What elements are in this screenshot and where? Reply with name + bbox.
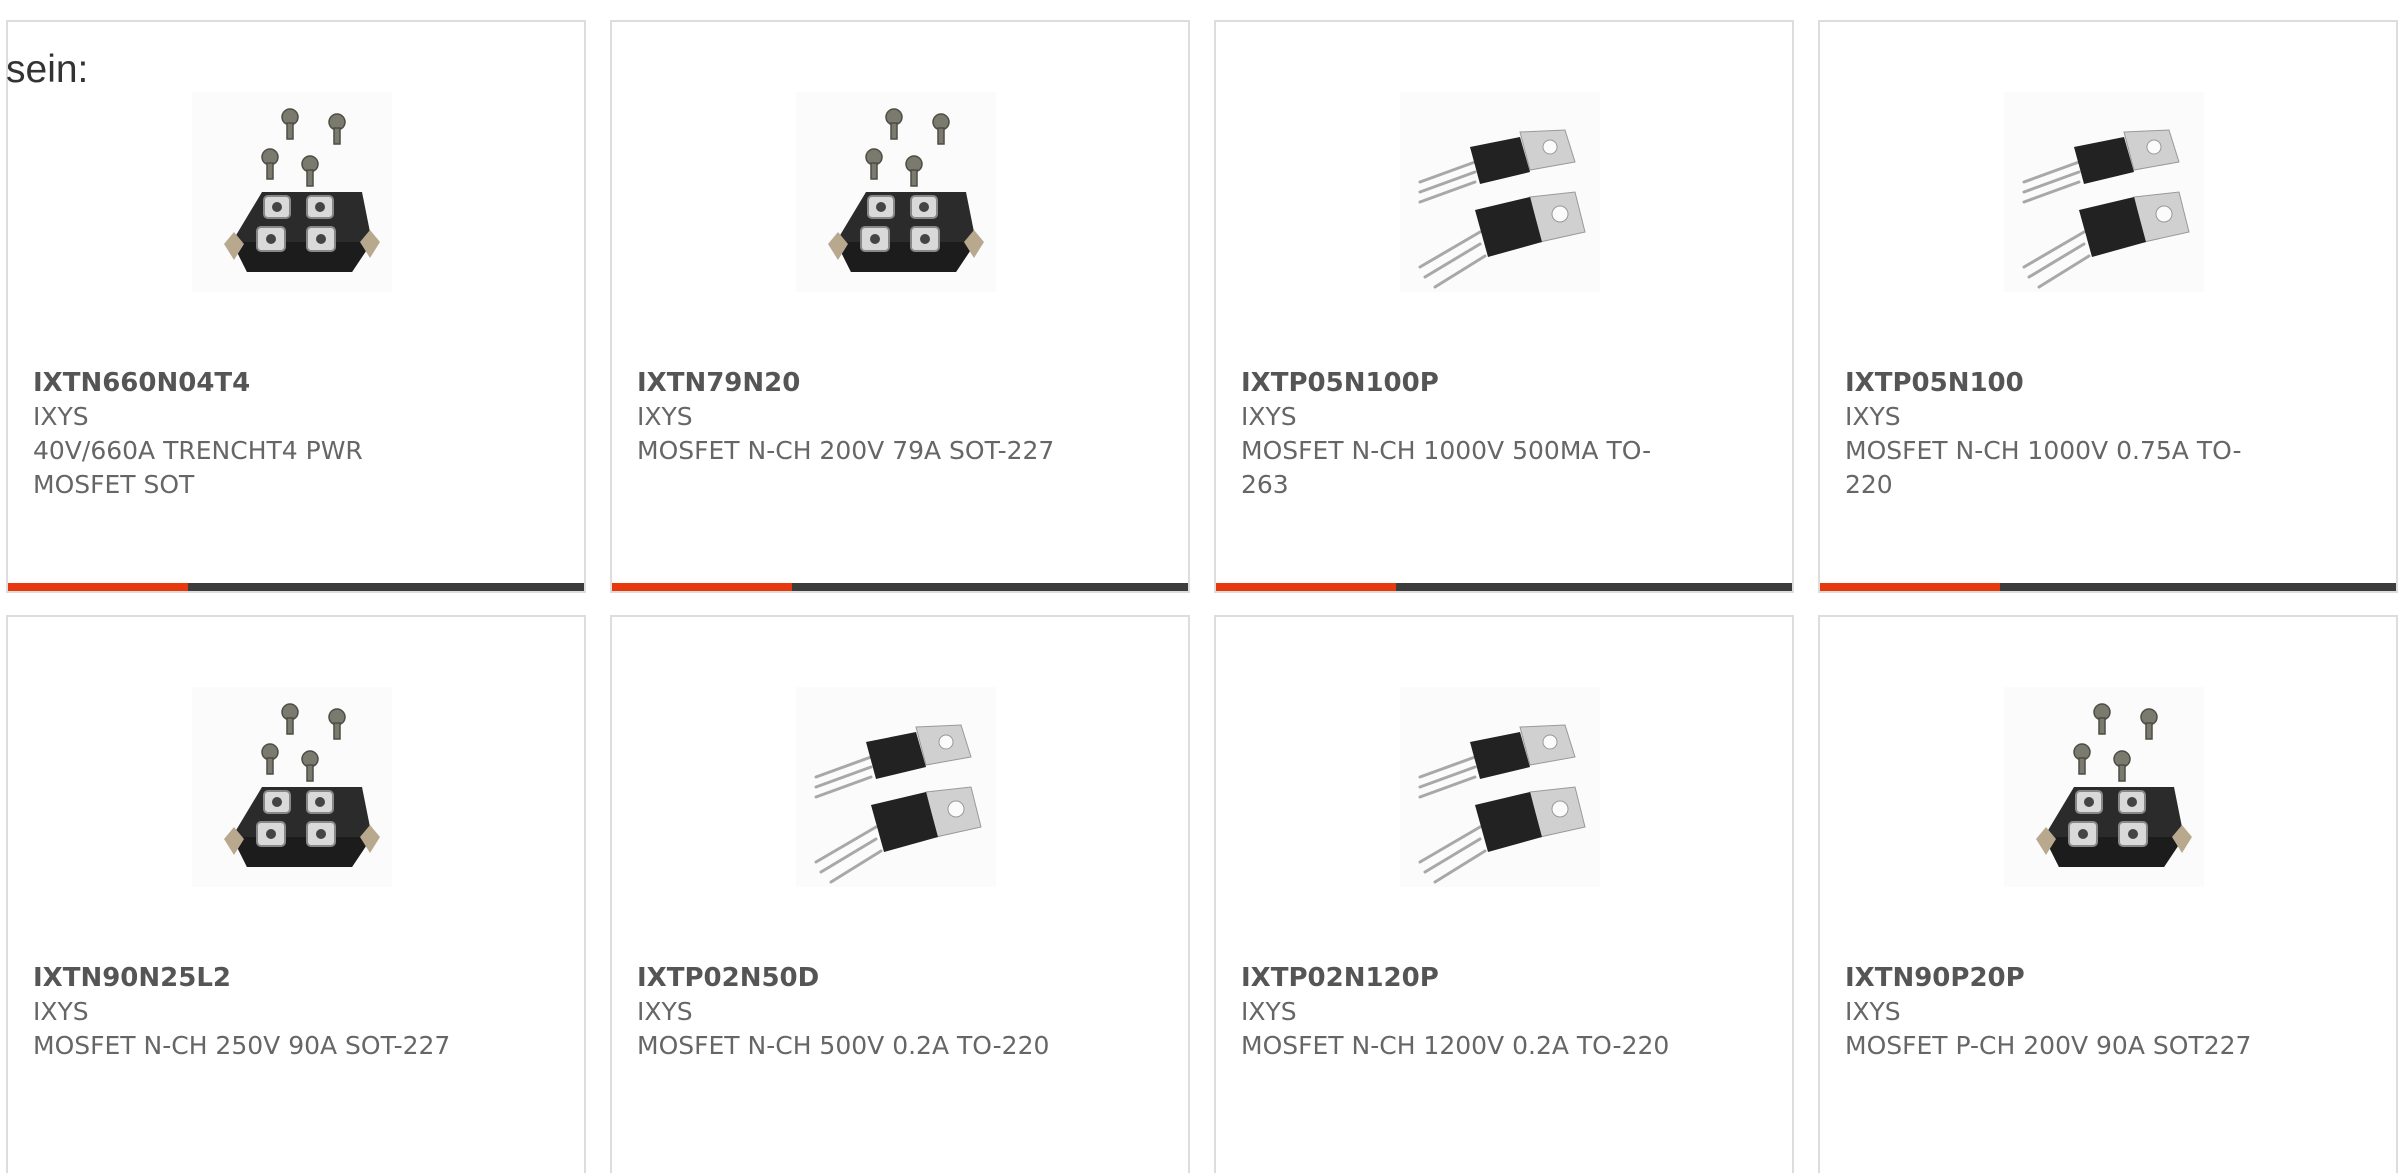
product-image[interactable]	[796, 92, 996, 292]
intro-text: sein:	[6, 48, 89, 91]
product-info: IXTP02N120P IXYS MOSFET N-CH 1200V 0.2A …	[1241, 961, 1671, 1063]
description: MOSFET N-CH 1000V 500MA TO-263	[1241, 436, 1652, 499]
to-220-transistor-icon	[1400, 687, 1600, 887]
product-card[interactable]: IXTN79N20 IXYS MOSFET N-CH 200V 79A SOT-…	[610, 20, 1190, 593]
description: MOSFET N-CH 1200V 0.2A TO-220	[1241, 1031, 1670, 1060]
manufacturer: IXYS	[1845, 402, 1901, 431]
product-info: IXTP02N50D IXYS MOSFET N-CH 500V 0.2A TO…	[637, 961, 1067, 1063]
product-info: IXTP05N100P IXYS MOSFET N-CH 1000V 500MA…	[1241, 366, 1671, 502]
product-image[interactable]	[192, 687, 392, 887]
description: 40V/660A TRENCHT4 PWR MOSFET SOT	[33, 436, 363, 499]
manufacturer: IXYS	[1241, 402, 1297, 431]
manufacturer: IXYS	[1845, 997, 1901, 1026]
product-image[interactable]	[1400, 687, 1600, 887]
sot-227-module-icon	[192, 687, 392, 887]
manufacturer: IXYS	[1241, 997, 1297, 1026]
product-card[interactable]: IXTP02N50D IXYS MOSFET N-CH 500V 0.2A TO…	[610, 615, 1190, 1173]
description: MOSFET N-CH 200V 79A SOT-227	[637, 436, 1055, 465]
card-bottom-bar	[612, 583, 1188, 591]
manufacturer: IXYS	[33, 402, 89, 431]
product-image[interactable]	[2004, 92, 2204, 292]
product-image[interactable]	[1400, 92, 1600, 292]
product-card[interactable]: IXTP02N120P IXYS MOSFET N-CH 1200V 0.2A …	[1214, 615, 1794, 1173]
product-card[interactable]: IXTN90N25L2 IXYS MOSFET N-CH 250V 90A SO…	[6, 615, 586, 1173]
part-number[interactable]: IXTP02N50D	[637, 961, 1067, 995]
card-accent-bar	[612, 583, 792, 591]
description: MOSFET P-CH 200V 90A SOT227	[1845, 1031, 2252, 1060]
part-number[interactable]: IXTP05N100P	[1241, 366, 1671, 400]
product-card[interactable]: IXTP05N100 IXYS MOSFET N-CH 1000V 0.75A …	[1818, 20, 2398, 593]
to-220-transistor-icon	[796, 687, 996, 887]
product-info: IXTP05N100 IXYS MOSFET N-CH 1000V 0.75A …	[1845, 366, 2275, 502]
product-listing-page: sein: IXTN660N04T4 IXYS 40V/660A TRENCHT…	[0, 0, 2400, 1173]
part-number[interactable]: IXTN660N04T4	[33, 366, 463, 400]
product-grid: IXTN660N04T4 IXYS 40V/660A TRENCHT4 PWR …	[6, 20, 2400, 1173]
card-bottom-bar	[1820, 583, 2396, 591]
product-info: IXTN90N25L2 IXYS MOSFET N-CH 250V 90A SO…	[33, 961, 463, 1063]
description: MOSFET N-CH 500V 0.2A TO-220	[637, 1031, 1050, 1060]
part-number[interactable]: IXTN79N20	[637, 366, 1067, 400]
product-info: IXTN90P20P IXYS MOSFET P-CH 200V 90A SOT…	[1845, 961, 2275, 1063]
part-number[interactable]: IXTN90P20P	[1845, 961, 2275, 995]
product-image[interactable]	[796, 687, 996, 887]
sot-227-module-icon	[796, 92, 996, 292]
manufacturer: IXYS	[637, 402, 693, 431]
card-bottom-bar	[8, 583, 584, 591]
description: MOSFET N-CH 1000V 0.75A TO-220	[1845, 436, 2242, 499]
part-number[interactable]: IXTN90N25L2	[33, 961, 463, 995]
product-card[interactable]: IXTN660N04T4 IXYS 40V/660A TRENCHT4 PWR …	[6, 20, 586, 593]
to-220-transistor-icon	[1400, 92, 1600, 292]
sot-227-module-icon	[2004, 687, 2204, 887]
card-accent-bar	[1820, 583, 2000, 591]
sot-227-module-icon	[192, 92, 392, 292]
product-info: IXTN79N20 IXYS MOSFET N-CH 200V 79A SOT-…	[637, 366, 1067, 468]
product-card[interactable]: IXTP05N100P IXYS MOSFET N-CH 1000V 500MA…	[1214, 20, 1794, 593]
manufacturer: IXYS	[33, 997, 89, 1026]
description: MOSFET N-CH 250V 90A SOT-227	[33, 1031, 451, 1060]
product-image[interactable]	[2004, 687, 2204, 887]
product-info: IXTN660N04T4 IXYS 40V/660A TRENCHT4 PWR …	[33, 366, 463, 502]
part-number[interactable]: IXTP02N120P	[1241, 961, 1671, 995]
card-accent-bar	[1216, 583, 1396, 591]
manufacturer: IXYS	[637, 997, 693, 1026]
product-image[interactable]	[192, 92, 392, 292]
card-accent-bar	[8, 583, 188, 591]
to-220-transistor-icon	[2004, 92, 2204, 292]
part-number[interactable]: IXTP05N100	[1845, 366, 2275, 400]
product-card[interactable]: IXTN90P20P IXYS MOSFET P-CH 200V 90A SOT…	[1818, 615, 2398, 1173]
card-bottom-bar	[1216, 583, 1792, 591]
